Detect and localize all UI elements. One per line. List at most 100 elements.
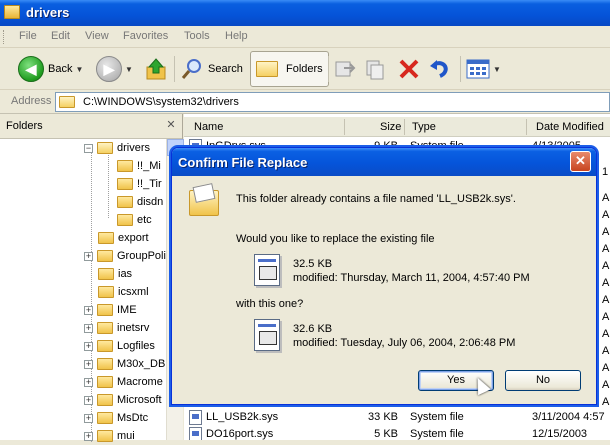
row-fragment: A <box>602 243 610 255</box>
tree-item-label: Logfiles <box>117 340 155 352</box>
up-folder-button[interactable] <box>145 51 169 87</box>
toolbar-separator <box>328 56 329 82</box>
toolbar-separator <box>460 56 461 82</box>
menu-file[interactable]: File <box>19 30 37 42</box>
column-size[interactable]: Size <box>380 121 401 133</box>
forward-button[interactable]: ▶ ▼ <box>96 51 133 87</box>
tree-item[interactable]: etc <box>117 211 152 229</box>
expand-icon[interactable]: + <box>84 323 93 333</box>
tree-item-label: Microsoft <box>117 394 162 406</box>
file-type: System file <box>410 411 464 423</box>
row-fragment: A <box>602 260 610 272</box>
window-title-bar[interactable]: drivers <box>0 0 610 26</box>
tree-item[interactable]: + M30x_DB <box>84 355 165 373</box>
tree-item[interactable]: + mui <box>84 427 135 445</box>
tree-item[interactable]: export <box>98 229 149 247</box>
expand-icon[interactable]: + <box>84 395 93 405</box>
menu-edit[interactable]: Edit <box>51 30 70 42</box>
expand-icon[interactable]: + <box>84 377 93 387</box>
tree-item-label: GroupPoli <box>117 250 166 262</box>
folder-icon <box>97 304 113 316</box>
row-fragment: A <box>602 226 610 238</box>
back-button[interactable]: ◀ Back ▼ <box>18 51 83 87</box>
menu-tools[interactable]: Tools <box>184 30 210 42</box>
back-arrow-icon: ◀ <box>18 56 44 82</box>
column-type[interactable]: Type <box>412 121 436 133</box>
tree-item-label: IME <box>117 304 137 316</box>
dialog-title-bar[interactable]: Confirm File Replace ✕ <box>172 148 596 176</box>
column-name[interactable]: Name <box>194 121 223 133</box>
file-date: 12/15/2003 9:12 <box>532 428 588 440</box>
toolbar-separator <box>174 56 175 82</box>
tree-item[interactable]: + IME <box>84 301 137 319</box>
chevron-down-icon[interactable]: ▼ <box>125 65 133 74</box>
folder-icon <box>97 412 113 424</box>
row-fragment: A <box>602 277 610 289</box>
expand-icon[interactable]: + <box>84 341 93 351</box>
close-button[interactable]: ✕ <box>570 151 591 172</box>
menu-favorites[interactable]: Favorites <box>123 30 168 42</box>
row-fragment: A <box>602 311 610 323</box>
menu-view[interactable]: View <box>85 30 109 42</box>
tree-item-label: M30x_DB <box>117 358 166 370</box>
file-name: LL_USB2k.sys <box>206 411 279 423</box>
column-date[interactable]: Date Modified <box>536 121 604 133</box>
chevron-down-icon[interactable]: ▼ <box>493 65 501 74</box>
delete-button[interactable] <box>398 51 420 87</box>
tree-item[interactable]: !!_Tir <box>117 175 162 193</box>
no-button[interactable]: No <box>505 370 581 391</box>
tree-item-label: drivers <box>117 142 151 154</box>
row-fragment: A <box>602 328 610 340</box>
tree-item[interactable]: + Macrome <box>84 373 163 391</box>
folder-icon <box>97 430 113 442</box>
tree-item-drivers[interactable]: − drivers <box>84 139 150 157</box>
expand-icon[interactable]: + <box>84 431 93 441</box>
delete-x-icon <box>399 59 419 79</box>
close-icon[interactable]: ✕ <box>164 119 178 133</box>
column-divider[interactable] <box>526 119 527 135</box>
expand-icon[interactable]: + <box>84 359 93 369</box>
copy-to-icon <box>366 60 384 80</box>
tree-item[interactable]: !!_Mi <box>117 157 161 175</box>
table-row[interactable]: LL_USB2k.sys 33 KB System file 3/11/2004… <box>184 409 610 426</box>
new-file-modified: modified: Tuesday, July 06, 2004, 2:06:4… <box>293 337 516 349</box>
search-label: Search <box>208 63 243 75</box>
expand-icon[interactable]: + <box>84 251 93 261</box>
folders-button[interactable]: Folders <box>250 51 329 87</box>
replace-folder-icon <box>189 190 219 216</box>
file-type: System file <box>410 428 464 440</box>
tree-item[interactable]: + inetsrv <box>84 319 149 337</box>
tree-item[interactable]: + MsDtc <box>84 409 148 427</box>
search-button[interactable]: Search <box>180 51 243 87</box>
system-file-icon <box>189 410 202 425</box>
collapse-icon[interactable]: − <box>84 143 93 153</box>
confirm-file-replace-dialog: Confirm File Replace ✕ This folder alrea… <box>171 147 597 405</box>
views-button[interactable]: ▼ <box>466 51 501 87</box>
tree-item[interactable]: disdn <box>117 193 163 211</box>
tree-item[interactable]: ias <box>98 265 132 283</box>
undo-icon <box>430 60 448 78</box>
chevron-down-icon[interactable]: ▼ <box>75 65 83 74</box>
tree-item[interactable]: + GroupPoli <box>84 247 166 265</box>
expand-icon[interactable]: + <box>84 305 93 315</box>
expand-icon[interactable]: + <box>84 413 93 423</box>
folders-pane-header: Folders ✕ <box>0 114 182 139</box>
file-size: 5 KB <box>374 428 398 440</box>
column-divider[interactable] <box>404 119 405 135</box>
table-row[interactable]: DO16port.sys 5 KB System file 12/15/2003… <box>184 426 610 440</box>
folder-icon <box>117 214 133 226</box>
dialog-body: This folder already contains a file name… <box>175 176 593 402</box>
move-to-button[interactable] <box>334 51 356 87</box>
menu-help[interactable]: Help <box>225 30 248 42</box>
folder-icon <box>59 96 75 108</box>
copy-to-button[interactable] <box>364 51 386 87</box>
tree-item[interactable]: + Microsoft <box>84 391 162 409</box>
address-field[interactable]: C:\WINDOWS\system32\drivers <box>55 92 610 112</box>
back-label: Back <box>48 63 73 75</box>
column-divider[interactable] <box>344 119 345 135</box>
undo-button[interactable] <box>428 51 452 87</box>
tree-item[interactable]: icsxml <box>98 283 149 301</box>
file-date: 3/11/2004 4:57 <box>532 411 605 423</box>
dialog-title: Confirm File Replace <box>178 155 308 170</box>
tree-item[interactable]: + Logfiles <box>84 337 155 355</box>
